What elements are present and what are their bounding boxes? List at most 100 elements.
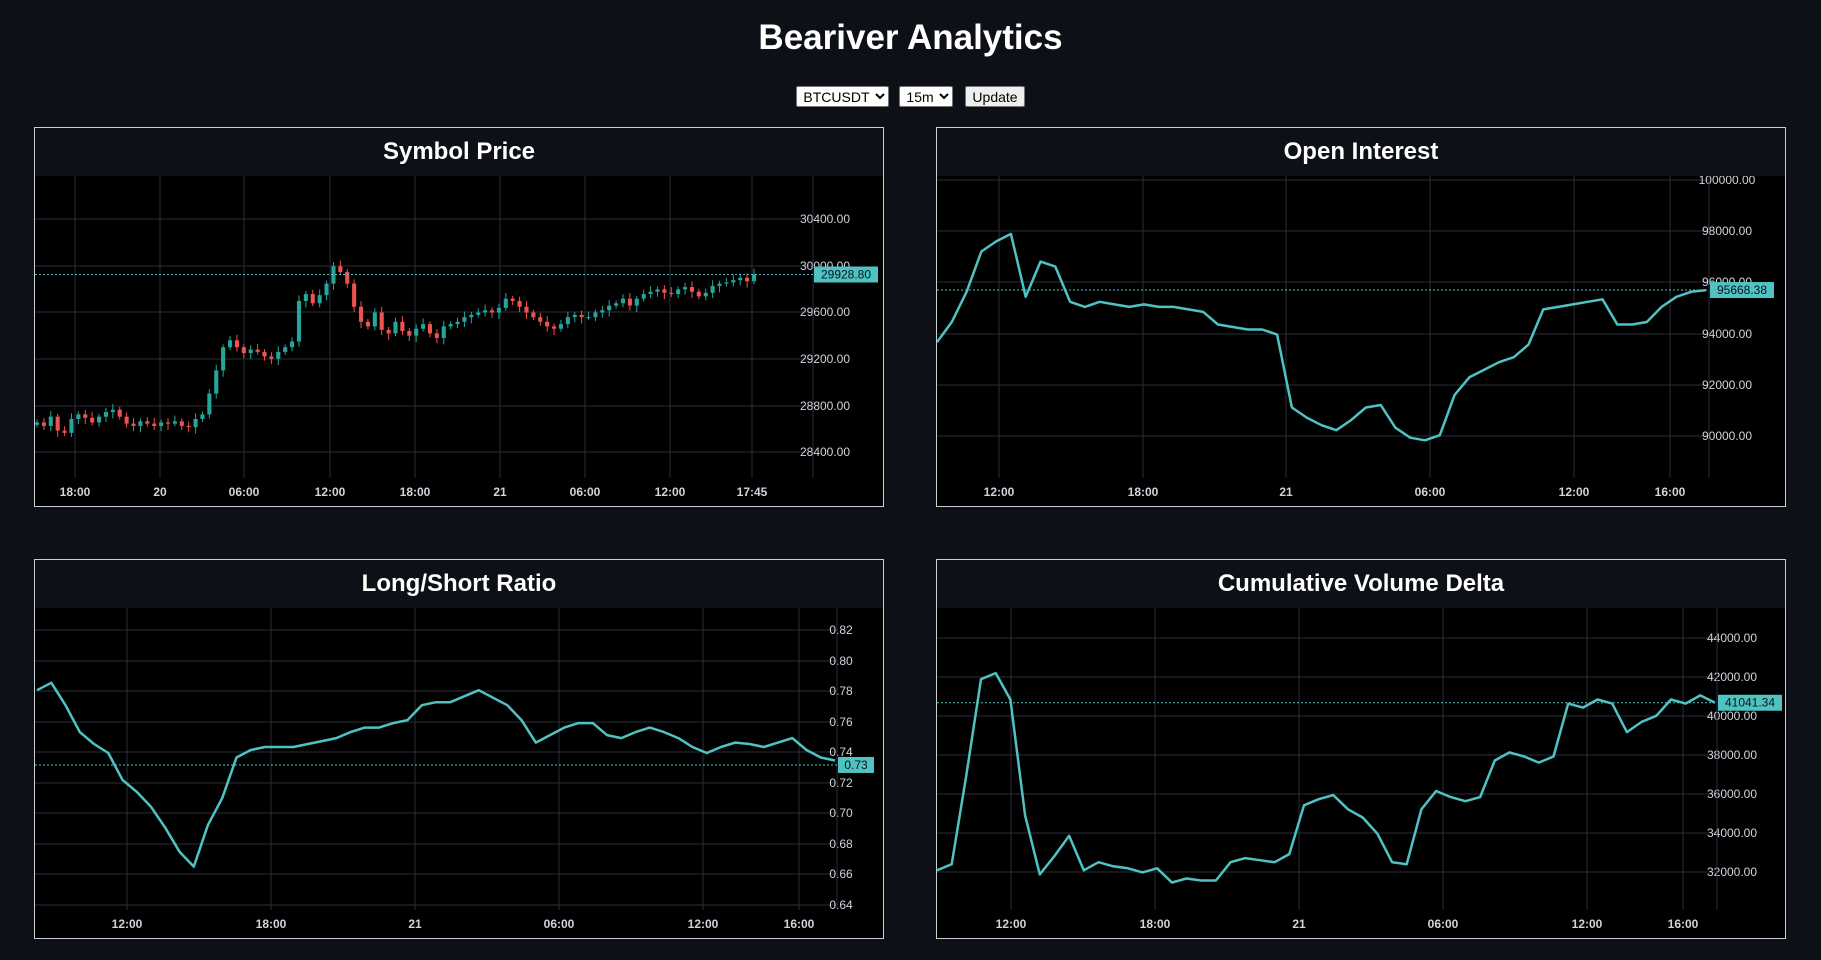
series-line — [937, 232, 1707, 442]
candle-body — [593, 312, 598, 318]
candle-body — [696, 291, 701, 297]
candle-body — [255, 349, 260, 352]
candle-body — [607, 305, 612, 311]
candle-body — [227, 340, 233, 348]
x-tick-label: 12:00 — [996, 917, 1027, 931]
y-tick-label: 0.72 — [829, 776, 853, 790]
candle-body — [738, 277, 743, 281]
candle-body — [352, 283, 357, 307]
candle-body — [386, 329, 391, 334]
open-interest-chart-svg[interactable]: 100000.0098000.0096000.0094000.0092000.0… — [937, 176, 1785, 506]
x-tick-label: 21 — [408, 917, 422, 931]
symbol-select[interactable]: BTCUSDT — [796, 86, 890, 107]
long-short-chart[interactable]: 0.82 0.80 0.78 0.76 0.74 0.72 0.70 0.68 0.66 0.64… — [35, 608, 883, 938]
candle-body — [683, 287, 688, 290]
candle-body — [296, 300, 302, 342]
candle-body — [600, 310, 605, 313]
y-tick-label: 94000.00 — [1702, 327, 1752, 341]
y-tick-label: 40000.00 — [1707, 709, 1757, 723]
candle-body — [41, 422, 46, 426]
candle-body — [283, 347, 288, 352]
candle-body — [372, 312, 377, 327]
interval-select[interactable]: 15m — [899, 86, 954, 107]
candle-body — [689, 287, 695, 292]
x-tick-label: 18:00 — [1140, 917, 1171, 931]
panel-title: Long/Short Ratio — [361, 570, 557, 597]
x-tick-label: 12:00 — [1572, 917, 1603, 931]
long-short-panel: Long/Short Ratio 0.82 0.80 0.78 0.76 0.74 0.7… — [34, 559, 884, 939]
y-tick-label: 90000.00 — [1702, 429, 1752, 443]
candle-body — [138, 421, 143, 426]
candle-body — [221, 347, 226, 371]
candle-body — [579, 314, 584, 318]
candle-body — [200, 414, 205, 419]
candle-body — [510, 298, 515, 301]
candle-body — [234, 340, 239, 348]
price-chart-svg[interactable]: 30400.0030000.0029600.0029200.0028800.00… — [35, 176, 883, 506]
candle-body — [269, 356, 274, 359]
candle-body — [421, 324, 426, 329]
y-tick-label: 0.80 — [829, 654, 853, 668]
x-tick-label: 21 — [1279, 485, 1293, 499]
series-line — [36, 681, 836, 868]
x-tick-label: 06:00 — [229, 485, 260, 499]
x-tick-label: 12:00 — [112, 917, 143, 931]
candle-body — [69, 418, 74, 433]
candle-body — [186, 425, 191, 428]
candle-body — [717, 283, 722, 286]
y-tick-label: 32000.00 — [1707, 865, 1757, 879]
candle-body — [317, 295, 322, 304]
x-tick-label: 17:45 — [737, 485, 768, 499]
candle-body — [290, 341, 295, 348]
x-tick-label: 12:00 — [688, 917, 719, 931]
candle-body — [159, 422, 164, 426]
candle-body — [407, 331, 412, 336]
y-tick-label: 42000.00 — [1707, 670, 1757, 684]
y-tick-label: 28400.00 — [800, 445, 850, 459]
candle-body — [303, 294, 308, 301]
x-tick-label: 12:00 — [1559, 485, 1590, 499]
candle-body — [669, 292, 674, 295]
y-tick-label: 0.82 — [829, 623, 853, 637]
x-tick-label: 06:00 — [1415, 485, 1446, 499]
candle-body — [90, 417, 95, 423]
y-tick-label: 28800.00 — [800, 399, 850, 413]
candle-body — [96, 416, 102, 423]
y-tick-label: 0.76 — [829, 715, 853, 729]
candle-body — [558, 324, 564, 329]
y-tick-label: 38000.00 — [1707, 748, 1757, 762]
candle-body — [214, 370, 219, 394]
x-tick-label: 21 — [493, 485, 507, 499]
price-chart[interactable]: 30400.00 30000.00 29600.00 29200.00 28800.00… — [35, 176, 883, 506]
cvd-chart[interactable]: 44000.00 42000.00 40000.00 38000.00 36000.00… — [937, 608, 1785, 938]
candle-body — [124, 416, 129, 424]
x-tick-label: 18:00 — [256, 917, 287, 931]
candle-body — [365, 321, 370, 327]
x-tick-label: 12:00 — [984, 485, 1015, 499]
y-tick-label: 0.68 — [829, 837, 853, 851]
candle-body — [572, 314, 577, 318]
open-interest-chart[interactable]: 100000.00 98000.00 96000.00 94000.00 92000.0… — [937, 176, 1785, 506]
x-tick-label: 18:00 — [60, 485, 91, 499]
candle-body — [165, 422, 171, 424]
candle-body — [207, 393, 212, 415]
last-value-label: 0.73 — [844, 758, 868, 772]
candle-body — [62, 430, 67, 433]
long-short-chart-svg[interactable]: 0.82 0.80 0.78 0.76 0.74 0.72 0.70 0.68 0.66 0.64… — [35, 608, 883, 938]
candle-body — [152, 423, 157, 426]
candle-body — [531, 312, 536, 318]
toolbar: BTCUSDT 15m Update — [0, 86, 1821, 107]
candle-body — [193, 418, 198, 428]
update-button[interactable]: Update — [965, 86, 1025, 107]
y-tick-label: 29200.00 — [800, 352, 850, 366]
last-value-label: 41041.34 — [1725, 696, 1775, 710]
candle-body — [76, 414, 81, 419]
candle-body — [545, 321, 550, 327]
candle-body — [745, 277, 750, 282]
candle-body — [641, 294, 646, 299]
candle-body — [310, 294, 315, 304]
candle-body — [117, 409, 122, 417]
candle-body — [614, 303, 619, 306]
candle-body — [655, 289, 660, 292]
cvd-chart-svg[interactable]: 44000.00 42000.00 40000.00 38000.00 36000.00… — [937, 608, 1785, 938]
